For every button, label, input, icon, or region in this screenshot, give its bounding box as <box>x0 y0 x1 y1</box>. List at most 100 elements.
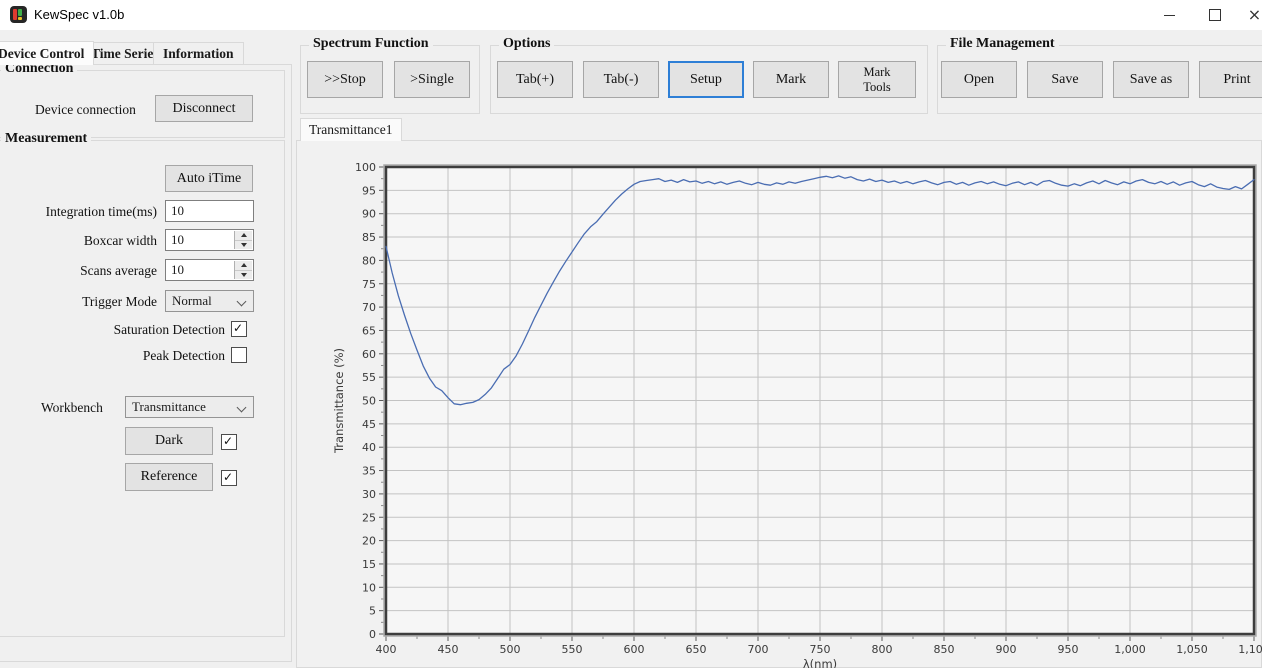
chevron-down-icon <box>237 297 247 307</box>
maximize-button[interactable] <box>1194 0 1236 30</box>
titlebar: KewSpec v1.0b × <box>0 0 1269 30</box>
stop-button[interactable]: >>Stop <box>307 61 383 98</box>
svg-text:Transmittance (%): Transmittance (%) <box>332 348 346 454</box>
svg-text:60: 60 <box>362 348 376 361</box>
disconnect-button-label: Disconnect <box>173 101 236 117</box>
file-management-group-title: File Management <box>946 36 1059 52</box>
print-button[interactable]: Print <box>1199 61 1269 98</box>
svg-text:450: 450 <box>438 643 459 656</box>
tab-minus-button-label: Tab(-) <box>604 72 639 88</box>
trigger-mode-value: Normal <box>172 293 212 309</box>
svg-text:25: 25 <box>362 511 376 524</box>
dark-button-label: Dark <box>155 433 183 449</box>
workbench-value: Transmittance <box>132 399 206 415</box>
workbench-label: Workbench <box>41 400 103 416</box>
svg-text:40: 40 <box>362 441 376 454</box>
window-edge <box>1262 30 1269 668</box>
svg-text:10: 10 <box>362 581 376 594</box>
peak-detection-label: Peak Detection <box>60 348 225 364</box>
mark-button[interactable]: Mark <box>753 61 829 98</box>
mark-tools-button[interactable]: Mark Tools <box>838 61 916 98</box>
mark-button-label: Mark <box>776 72 806 88</box>
measurement-group-title: Measurement <box>1 131 91 147</box>
stop-button-label: >>Stop <box>324 72 365 88</box>
svg-text:1,100: 1,100 <box>1238 643 1263 656</box>
peak-detection-checkbox[interactable] <box>231 347 247 363</box>
auto-itime-button[interactable]: Auto iTime <box>165 165 253 192</box>
minimize-button[interactable] <box>1148 0 1190 30</box>
svg-text:5: 5 <box>369 605 376 618</box>
stepper-down-icon[interactable] <box>235 241 252 250</box>
integration-time-input[interactable]: 10 <box>165 200 254 222</box>
svg-text:900: 900 <box>996 643 1017 656</box>
options-group-title: Options <box>499 36 554 52</box>
stepper-down-icon[interactable] <box>235 271 252 280</box>
stepper-up-icon[interactable] <box>235 231 252 241</box>
stepper-up-icon[interactable] <box>235 261 252 271</box>
save-button[interactable]: Save <box>1027 61 1103 98</box>
svg-text:15: 15 <box>362 558 376 571</box>
tab-device-control-label: Device Control <box>0 46 84 62</box>
maximize-icon <box>1209 9 1221 21</box>
svg-text:600: 600 <box>624 643 645 656</box>
disconnect-button[interactable]: Disconnect <box>155 95 253 122</box>
svg-text:1,050: 1,050 <box>1176 643 1208 656</box>
tab-information-label: Information <box>163 46 234 62</box>
scans-average-stepper[interactable] <box>234 261 252 279</box>
boxcar-width-label: Boxcar width <box>8 233 157 249</box>
svg-text:80: 80 <box>362 254 376 267</box>
svg-text:1,000: 1,000 <box>1114 643 1146 656</box>
setup-button-label: Setup <box>690 72 722 88</box>
setup-button[interactable]: Setup <box>668 61 744 98</box>
scans-average-input[interactable]: 10 <box>165 259 254 281</box>
kewspec-window: KewSpec v1.0b × Device Control Time Seri… <box>0 0 1269 668</box>
reference-button[interactable]: Reference <box>125 463 213 491</box>
tab-transmittance1-label: Transmittance1 <box>309 122 393 138</box>
svg-text:0: 0 <box>369 628 376 641</box>
dark-button[interactable]: Dark <box>125 427 213 455</box>
open-button[interactable]: Open <box>941 61 1017 98</box>
save-as-button[interactable]: Save as <box>1113 61 1189 98</box>
chevron-down-icon <box>237 403 247 413</box>
boxcar-width-value: 10 <box>171 232 184 248</box>
save-as-button-label: Save as <box>1130 72 1172 88</box>
save-button-label: Save <box>1051 72 1078 88</box>
window-title: KewSpec v1.0b <box>34 7 124 22</box>
logo-green-bar <box>18 9 22 16</box>
svg-text:85: 85 <box>362 231 376 244</box>
logo-red-bar <box>13 9 17 20</box>
workbench-select[interactable]: Transmittance <box>125 396 254 418</box>
tab-device-control[interactable]: Device Control <box>0 41 94 65</box>
reference-checkbox[interactable] <box>221 470 237 486</box>
svg-text:75: 75 <box>362 278 376 291</box>
close-button[interactable]: × <box>1240 0 1269 30</box>
single-button[interactable]: >Single <box>394 61 470 98</box>
svg-text:95: 95 <box>362 184 376 197</box>
svg-text:500: 500 <box>500 643 521 656</box>
svg-text:λ(nm): λ(nm) <box>803 657 837 668</box>
saturation-detection-label: Saturation Detection <box>60 322 225 338</box>
mark-tools-button-label: Mark Tools <box>853 65 901 94</box>
saturation-detection-checkbox[interactable] <box>231 321 247 337</box>
svg-text:800: 800 <box>872 643 893 656</box>
svg-text:550: 550 <box>562 643 583 656</box>
trigger-mode-select[interactable]: Normal <box>165 290 254 312</box>
tab-plus-button[interactable]: Tab(+) <box>497 61 573 98</box>
tab-transmittance1[interactable]: Transmittance1 <box>300 118 402 141</box>
svg-text:100: 100 <box>355 161 376 174</box>
device-connection-label: Device connection <box>35 102 136 118</box>
svg-text:950: 950 <box>1058 643 1079 656</box>
boxcar-width-input[interactable]: 10 <box>165 229 254 251</box>
app-logo-icon <box>10 6 27 23</box>
integration-time-label: Integration time(ms) <box>8 204 157 220</box>
spectrum-chart: 4004505005506006507007508008509009501,00… <box>297 141 1263 668</box>
tab-minus-button[interactable]: Tab(-) <box>583 61 659 98</box>
dark-checkbox[interactable] <box>221 434 237 450</box>
close-icon: × <box>1248 7 1261 23</box>
logo-yellow-bar <box>18 17 22 20</box>
tab-plus-button-label: Tab(+) <box>516 72 554 88</box>
svg-text:45: 45 <box>362 418 376 431</box>
tab-information[interactable]: Information <box>153 42 244 64</box>
boxcar-width-stepper[interactable] <box>234 231 252 249</box>
scans-average-value: 10 <box>171 262 184 278</box>
